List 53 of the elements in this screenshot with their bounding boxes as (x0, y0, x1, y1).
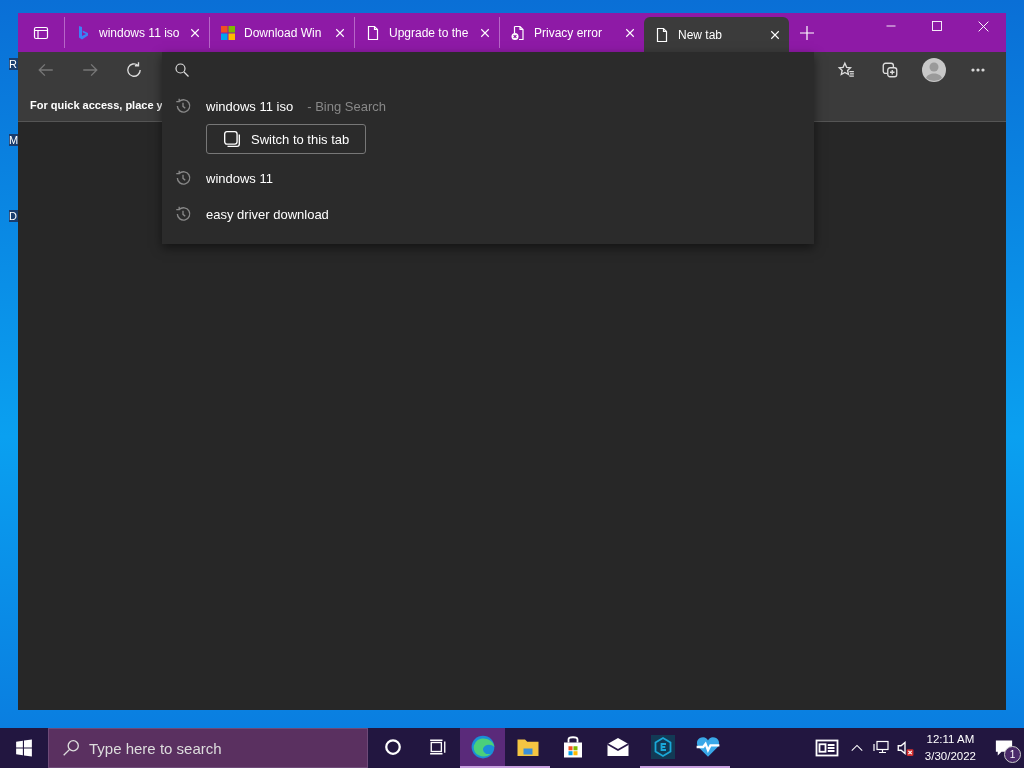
favorites-bar-hint: For quick access, place y (30, 98, 163, 111)
notifications-button[interactable]: 1 (984, 728, 1024, 768)
sidebar-panel-icon (33, 24, 49, 41)
close-icon[interactable] (334, 26, 346, 39)
windows-logo-icon (15, 739, 33, 757)
desktop-icon-label: R (9, 58, 19, 70)
collections-icon (881, 61, 899, 79)
switch-to-tab-button[interactable]: Switch to this tab (206, 124, 367, 154)
close-icon[interactable] (189, 26, 201, 39)
network-icon (872, 740, 889, 756)
browser-tab[interactable]: New tab (644, 17, 789, 52)
clock-button[interactable]: 12:11 AM 3/30/2022 (916, 731, 984, 765)
close-icon[interactable] (479, 26, 491, 39)
suggestion-item[interactable]: windows 11 (162, 160, 814, 196)
muted-speaker-icon (895, 739, 914, 757)
browser-tab[interactable]: Upgrade to the (354, 17, 499, 48)
star-list-icon (837, 61, 855, 79)
envelope-icon (605, 735, 630, 759)
notification-count: 1 (1004, 746, 1021, 763)
desktop-icon-label: M (9, 134, 19, 146)
search-icon (62, 739, 80, 757)
desktop-icon-label: D (9, 210, 19, 222)
suggestion-text: easy driver download (206, 206, 329, 222)
search-icon (174, 62, 190, 78)
suggestion-text: windows 11 (206, 170, 273, 186)
plus-icon (799, 24, 815, 41)
page-error-icon (510, 24, 526, 41)
maximize-icon (931, 20, 943, 32)
refresh-icon (125, 61, 143, 79)
page-icon (654, 26, 670, 43)
history-icon (174, 169, 192, 187)
close-icon (976, 19, 990, 33)
close-icon[interactable] (624, 26, 636, 39)
circle-icon (383, 738, 402, 756)
taskbar-search-field[interactable]: Type here to search (48, 728, 368, 768)
task-view-icon (428, 738, 447, 756)
history-icon (174, 97, 192, 115)
hexagon-logo-icon (650, 735, 675, 759)
history-icon (174, 205, 192, 223)
tabs-icon (223, 130, 241, 148)
edge-logo-icon (469, 734, 496, 760)
browser-tab[interactable]: windows 11 iso (64, 17, 209, 48)
avatar-icon (922, 58, 946, 82)
four-squares-logo-icon (220, 24, 236, 41)
suggestion-source: - Bing Search (307, 98, 386, 114)
suggestion-item[interactable]: easy driver download (162, 196, 814, 232)
suggestion-text: windows 11 iso (206, 98, 294, 114)
forward-arrow-icon (81, 61, 99, 79)
browser-tab[interactable]: Download Win (209, 17, 354, 48)
close-icon[interactable] (769, 28, 781, 41)
back-arrow-icon (37, 61, 55, 79)
page-icon (365, 24, 381, 41)
suggestion-item[interactable]: windows 11 iso - Bing Search (162, 88, 814, 124)
